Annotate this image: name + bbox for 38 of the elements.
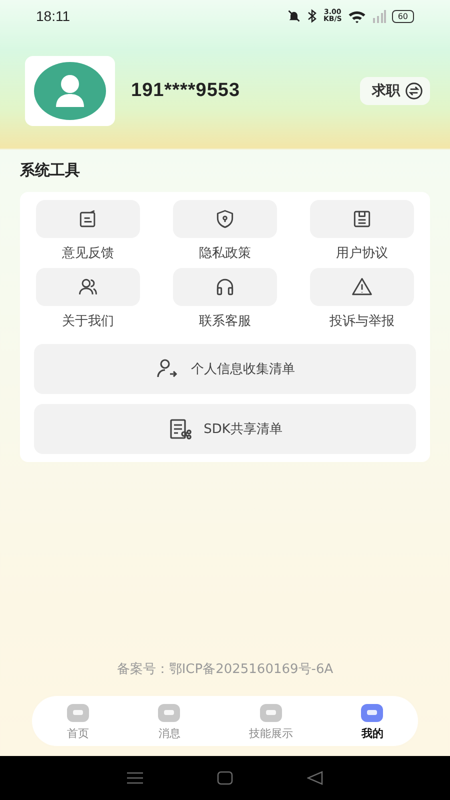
- wifi-icon: [348, 10, 366, 22]
- bell-off-icon: [287, 9, 302, 23]
- switch-icon: [405, 82, 423, 100]
- list-button[interactable]: SDK共享清单: [34, 404, 416, 454]
- tab-item[interactable]: 消息: [157, 702, 182, 740]
- tool-label: 意见反馈: [62, 245, 114, 262]
- menu-icon[interactable]: [127, 772, 143, 784]
- bluetooth-icon: [307, 9, 318, 23]
- headset-icon: [214, 276, 236, 298]
- back-icon[interactable]: [307, 771, 323, 785]
- job-seeking-button[interactable]: 求职: [360, 77, 430, 105]
- tab-item[interactable]: 我的: [360, 702, 384, 740]
- warning-icon: [351, 276, 373, 298]
- tool-label: 隐私政策: [199, 245, 251, 262]
- tool-button[interactable]: [310, 200, 414, 238]
- tab-item[interactable]: 首页: [66, 702, 90, 740]
- phone-number: 191****9553: [131, 80, 242, 102]
- tool-button[interactable]: [173, 200, 277, 238]
- document-icon: [351, 208, 373, 230]
- tool-label: 联系客服: [199, 313, 251, 330]
- shield-icon: [214, 208, 236, 230]
- document-share-icon: [168, 417, 192, 441]
- tool-label: 用户协议: [336, 245, 388, 262]
- avatar[interactable]: [25, 56, 115, 126]
- status-time: 18:11: [36, 8, 70, 24]
- tool-button[interactable]: [173, 268, 277, 306]
- tool-label: 关于我们: [62, 313, 114, 330]
- list-button[interactable]: 个人信息收集清单: [34, 344, 416, 394]
- tab-item[interactable]: 技能展示: [248, 702, 293, 740]
- tool-label: 投诉与举报: [330, 313, 394, 330]
- user-avatar-icon: [34, 62, 106, 120]
- tool-button[interactable]: [36, 200, 140, 238]
- section-title: 系统工具: [20, 161, 81, 180]
- home-square-icon[interactable]: [217, 771, 233, 785]
- icp-filing-text: 备案号：鄂ICP备2025160169号-6A: [116, 661, 334, 678]
- tool-button[interactable]: [310, 268, 414, 306]
- battery-level: 60: [392, 10, 414, 22]
- signal-icon: [372, 10, 386, 22]
